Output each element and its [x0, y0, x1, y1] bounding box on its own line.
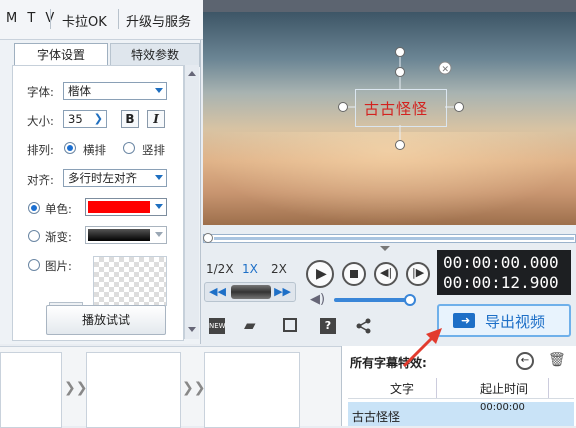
- previous-frame-button[interactable]: ◀|: [374, 262, 398, 286]
- gradient-picker[interactable]: [85, 226, 167, 244]
- nav-separator: [50, 9, 51, 29]
- image-radio[interactable]: [28, 259, 40, 271]
- bold-button[interactable]: B: [121, 110, 139, 128]
- italic-button[interactable]: I: [147, 110, 165, 128]
- jog-wheel[interactable]: ◀◀ ▶▶: [204, 282, 296, 302]
- next-frame-button[interactable]: |▶: [406, 262, 430, 286]
- nav-separator: [118, 9, 119, 29]
- top-menu: M T V 卡拉OK 升级与服务: [0, 0, 203, 40]
- storyboard-slot[interactable]: [0, 352, 62, 428]
- export-video-button[interactable]: ➜ 导出视频: [437, 304, 571, 337]
- trash-icon[interactable]: 🗑: [548, 352, 566, 368]
- timeline-slider[interactable]: [203, 233, 576, 243]
- solid-color-radio[interactable]: [28, 202, 40, 214]
- size-label: 大小:: [27, 114, 54, 128]
- horizontal-label: 横排: [83, 143, 106, 157]
- stop-icon: [350, 270, 358, 278]
- font-label: 字体:: [27, 85, 54, 99]
- align-label: 对齐:: [27, 173, 54, 187]
- gradient-label: 渐变:: [45, 230, 72, 244]
- speed-half[interactable]: 1/2X: [206, 262, 234, 276]
- total-time: 00:00:12.900: [443, 273, 559, 292]
- chevron-down-icon: [155, 175, 163, 180]
- font-select-value: 楷体: [68, 84, 91, 98]
- gradient-swatch: [88, 229, 150, 241]
- align-select[interactable]: 多行时左对齐: [63, 169, 167, 187]
- step-forward-icon: |▶: [412, 266, 425, 279]
- preview-play-button[interactable]: 播放试试: [46, 305, 166, 335]
- volume-slider[interactable]: [334, 298, 412, 302]
- solid-color-label: 单色:: [45, 202, 72, 216]
- step-back-icon: ◀|: [380, 266, 393, 279]
- preview-top-strip: [203, 0, 576, 12]
- image-preview: [93, 256, 167, 306]
- subtitle-table-header: 文字 起止时间: [348, 378, 574, 399]
- font-select[interactable]: 楷体: [63, 82, 167, 100]
- subtitle-row-text: 古古怪怪: [352, 410, 401, 424]
- timecode-display: 00:00:00.000 00:00:12.900: [437, 250, 571, 295]
- settings-scrollbar[interactable]: [184, 65, 199, 339]
- chevron-right-icon: ❯❯: [182, 380, 206, 396]
- storyboard-slot[interactable]: [204, 352, 300, 428]
- back-arrow-icon[interactable]: ←: [516, 352, 534, 370]
- fast-forward-icon[interactable]: ▶▶: [274, 285, 291, 298]
- size-value: 35: [68, 112, 83, 126]
- column-divider: [436, 378, 437, 398]
- play-icon: ▶: [316, 266, 327, 282]
- play-button[interactable]: ▶: [306, 260, 334, 288]
- annotation-arrow: [402, 328, 442, 368]
- nav-karaoke[interactable]: 卡拉OK: [62, 11, 107, 30]
- film-export-icon: ➜: [453, 313, 475, 328]
- chevron-down-icon[interactable]: [380, 246, 390, 251]
- align-select-value: 多行时左对齐: [68, 171, 137, 185]
- subtitle-row-time: 00:00:00: [480, 402, 525, 413]
- nav-upgrade[interactable]: 升级与服务: [126, 11, 191, 30]
- stop-button[interactable]: [342, 262, 366, 286]
- chevron-right-icon[interactable]: ❯: [94, 111, 103, 127]
- chevron-right-icon: ❯❯: [64, 380, 88, 396]
- text-settings-panel: 字体设置 特效参数 字体: 楷体 大小: 35 ❯ B I 排列: 横排 竖排 …: [0, 40, 201, 344]
- chevron-down-icon: [155, 204, 163, 209]
- help-icon[interactable]: ?: [320, 318, 336, 334]
- font-settings-form: 字体: 楷体 大小: 35 ❯ B I 排列: 横排 竖排 对齐: 多行时左对齐…: [12, 65, 184, 341]
- vertical-radio[interactable]: [123, 142, 135, 154]
- gradient-radio[interactable]: [28, 230, 40, 242]
- jog-knob[interactable]: [231, 285, 271, 299]
- layout-label: 排列:: [27, 143, 54, 157]
- current-time: 00:00:00.000: [443, 253, 559, 272]
- speed-1x[interactable]: 1X: [242, 262, 258, 276]
- column-text: 文字: [390, 382, 415, 396]
- subtitle-effects-panel: 所有字幕特效: ← 🗑 文字 起止时间 古古怪怪 00:00:00: [341, 346, 576, 426]
- solid-color-picker[interactable]: [85, 198, 167, 216]
- folder-icon[interactable]: ▰: [244, 316, 256, 334]
- size-input[interactable]: 35 ❯: [63, 110, 107, 128]
- chevron-down-icon: [155, 232, 163, 237]
- tab-effects[interactable]: 特效参数: [110, 43, 200, 67]
- save-icon[interactable]: [283, 318, 297, 332]
- speed-2x[interactable]: 2X: [271, 262, 287, 276]
- rewind-icon[interactable]: ◀◀: [209, 285, 226, 298]
- volume-handle[interactable]: [404, 294, 416, 306]
- column-time: 起止时间: [480, 382, 529, 396]
- chevron-down-icon: [155, 88, 163, 93]
- horizontal-radio[interactable]: [64, 142, 76, 154]
- image-label: 图片:: [45, 259, 72, 273]
- vertical-label: 竖排: [142, 143, 165, 157]
- tab-font-settings[interactable]: 字体设置: [14, 43, 108, 66]
- storyboard-slot[interactable]: [86, 352, 181, 428]
- volume-icon[interactable]: ◀): [310, 292, 325, 307]
- subtitle-row[interactable]: 古古怪怪 00:00:00: [348, 402, 574, 426]
- scroll-up-icon[interactable]: [188, 71, 196, 76]
- caption-handles: ✕: [338, 47, 464, 150]
- timeline-handle[interactable]: [203, 233, 213, 243]
- svg-text:✕: ✕: [442, 65, 450, 75]
- export-video-label: 导出视频: [485, 313, 546, 331]
- share-icon[interactable]: [356, 318, 372, 334]
- video-preview[interactable]: 古古怪怪 ✕: [203, 12, 576, 225]
- new-icon[interactable]: NEW: [209, 318, 226, 334]
- timeline-track: [214, 237, 574, 240]
- column-divider: [548, 378, 549, 398]
- scroll-down-icon[interactable]: [188, 327, 196, 332]
- solid-color-swatch: [88, 201, 150, 213]
